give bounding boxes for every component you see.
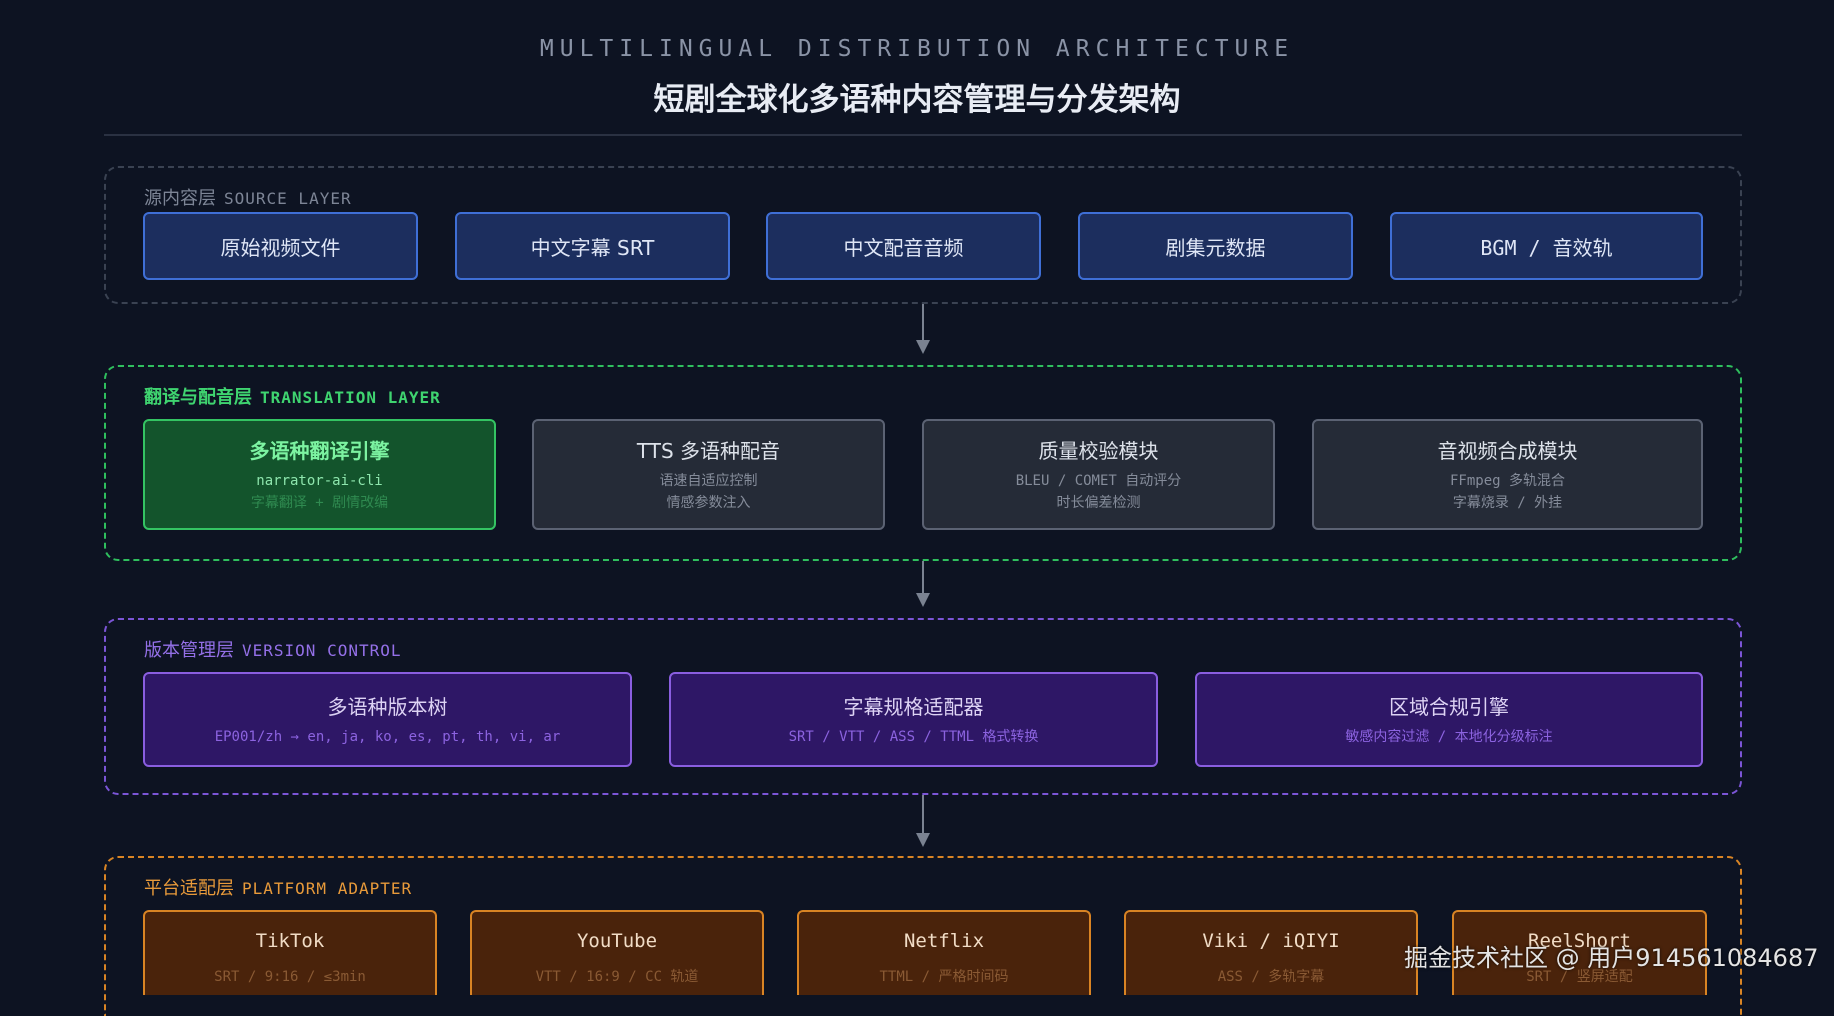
version-box-subtitle-adapter[interactable]: 字幕规格适配器 SRT / VTT / ASS / TTML 格式转换 [669, 672, 1158, 767]
flow-arrow-head [916, 340, 930, 354]
flow-arrow-line [922, 561, 924, 593]
platform-box-tiktok[interactable]: TikTok SRT / 9:16 / ≤3min [143, 910, 437, 995]
translation-box-tts[interactable]: TTS 多语种配音 语速自适应控制 情感参数注入 [532, 419, 885, 530]
translation-layer-label-cn: 翻译与配音层 [144, 387, 252, 408]
diagram-title: 短剧全球化多语种内容管理与分发架构 [653, 82, 1181, 118]
source-layer-label: 源内容层 SOURCE LAYER [144, 184, 352, 210]
platform-box-netflix[interactable]: Netflix TTML / 严格时间码 [797, 910, 1091, 995]
translation-layer-label-en: TRANSLATION LAYER [260, 388, 441, 407]
version-layer-label: 版本管理层 VERSION CONTROL [144, 636, 402, 662]
version-layer-label-cn: 版本管理层 [144, 640, 234, 661]
platform-layer-label-cn: 平台适配层 [144, 878, 234, 899]
version-layer-label-en: VERSION CONTROL [242, 641, 402, 660]
watermark: 掘金技术社区 @ 用户914561084687 [1404, 944, 1819, 972]
flow-arrow-line [922, 795, 924, 833]
platform-box-viki-iqiyi[interactable]: Viki / iQIYI ASS / 多轨字幕 [1124, 910, 1418, 995]
source-box-raw-video[interactable]: 原始视频文件 [143, 212, 418, 280]
version-box-version-tree[interactable]: 多语种版本树 EP001/zh → en, ja, ko, es, pt, th… [143, 672, 632, 767]
source-box-bgm-sfx[interactable]: BGM / 音效轨 [1390, 212, 1703, 280]
translation-box-engine[interactable]: 多语种翻译引擎 narrator-ai-cli 字幕翻译 + 剧情改编 [143, 419, 496, 530]
translation-box-av-compose[interactable]: 音视频合成模块 FFmpeg 多轨混合 字幕烧录 / 外挂 [1312, 419, 1703, 530]
header-divider [104, 134, 1742, 136]
source-box-chinese-dub-audio[interactable]: 中文配音音频 [766, 212, 1041, 280]
source-box-episode-metadata[interactable]: 剧集元数据 [1078, 212, 1353, 280]
source-layer-label-cn: 源内容层 [144, 188, 216, 209]
platform-box-youtube[interactable]: YouTube VTT / 16:9 / CC 轨道 [470, 910, 764, 995]
version-box-compliance-engine[interactable]: 区域合规引擎 敏感内容过滤 / 本地化分级标注 [1195, 672, 1703, 767]
platform-layer-label-en: PLATFORM ADAPTER [242, 879, 413, 898]
source-layer-label-en: SOURCE LAYER [224, 189, 352, 208]
flow-arrow-head [916, 593, 930, 607]
source-box-chinese-subtitle[interactable]: 中文字幕 SRT [455, 212, 730, 280]
translation-box-quality-check[interactable]: 质量校验模块 BLEU / COMET 自动评分 时长偏差检测 [922, 419, 1275, 530]
flow-arrow-head [916, 833, 930, 847]
platform-layer-label: 平台适配层 PLATFORM ADAPTER [144, 874, 412, 900]
flow-arrow-line [922, 304, 924, 340]
translation-layer-label: 翻译与配音层 TRANSLATION LAYER [144, 383, 441, 409]
diagram-subtitle: MULTILINGUAL DISTRIBUTION ARCHITECTURE [539, 36, 1295, 62]
